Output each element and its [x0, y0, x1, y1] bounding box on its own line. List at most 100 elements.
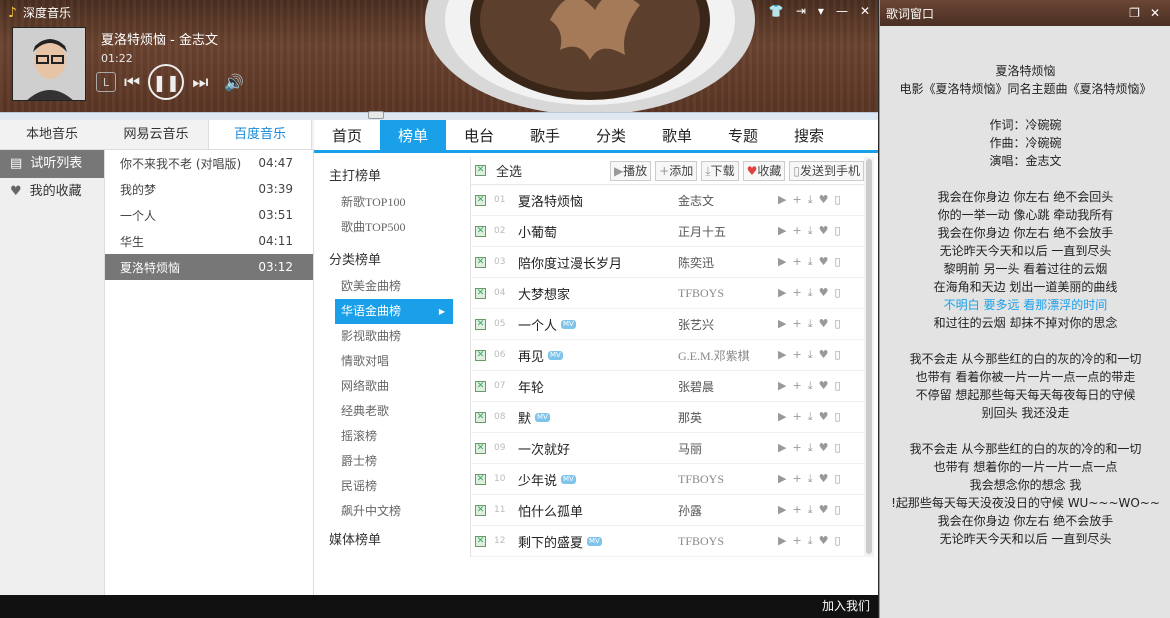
table-row[interactable]: ✕ 03 陪你度过漫长岁月 陈奕迅 ▶ + ⤓ ♥ ▯ — [471, 247, 864, 278]
tab-netease-music[interactable]: 网易云音乐 — [104, 120, 208, 149]
song-title-cell[interactable]: 怕什么孤单 — [518, 501, 678, 520]
tab-playlists[interactable]: 歌单 — [644, 120, 710, 150]
list-item[interactable]: 你不来我不老 (对唱版) 04:47 — [105, 150, 313, 176]
download-icon[interactable]: ⤓ — [808, 286, 813, 300]
table-row[interactable]: ✕ 10 少年说 MV TFBOYS ▶ + ⤓ ♥ ▯ — [471, 464, 864, 495]
row-checkbox[interactable]: ✕ — [475, 473, 486, 485]
table-row[interactable]: ✕ 07 年轮 张碧晨 ▶ + ⤓ ♥ ▯ — [471, 371, 864, 402]
download-icon[interactable]: ⤓ — [808, 379, 813, 393]
play-icon[interactable]: ▶ — [778, 503, 786, 517]
song-artist[interactable]: 金志文 — [678, 192, 778, 209]
table-row[interactable]: ✕ 11 怕什么孤单 孙露 ▶ + ⤓ ♥ ▯ — [471, 495, 864, 526]
row-checkbox[interactable]: ✕ — [475, 225, 486, 237]
download-button[interactable]: ⤓下载 — [701, 160, 739, 181]
mv-badge[interactable]: MV — [561, 319, 576, 329]
song-artist[interactable]: TFBOYS — [678, 286, 778, 301]
tab-artists[interactable]: 歌手 — [512, 120, 578, 150]
heart-icon[interactable]: ♥ — [819, 193, 829, 207]
row-checkbox[interactable]: ✕ — [475, 194, 486, 206]
song-title-cell[interactable]: 剩下的盛夏 MV — [518, 532, 678, 551]
song-title-cell[interactable]: 一个人 MV — [518, 315, 678, 334]
play-icon[interactable]: ▶ — [778, 317, 786, 331]
pause-button[interactable]: ❚❚ — [148, 64, 185, 100]
table-row[interactable]: ✕ 02 小葡萄 正月十五 ▶ + ⤓ ♥ ▯ — [471, 216, 864, 247]
play-icon[interactable]: ▶ — [778, 255, 786, 269]
category-item[interactable]: 飙升中文榜 — [314, 499, 464, 524]
heart-icon[interactable]: ♥ — [819, 441, 829, 455]
phone-icon[interactable]: ▯ — [834, 410, 840, 424]
heart-icon[interactable]: ♥ — [819, 348, 829, 362]
song-title-cell[interactable]: 小葡萄 — [518, 222, 678, 241]
table-row[interactable]: ✕ 05 一个人 MV 张艺兴 ▶ + ⤓ ♥ ▯ — [471, 309, 864, 340]
heart-icon[interactable]: ♥ — [819, 317, 829, 331]
plus-icon[interactable]: + — [792, 224, 801, 238]
category-item-active[interactable]: 华语金曲榜 ▶ — [335, 299, 453, 324]
plus-icon[interactable]: + — [792, 317, 801, 331]
tab-topics[interactable]: 专题 — [710, 120, 776, 150]
close-icon[interactable]: ✕ — [1150, 6, 1160, 20]
tab-charts[interactable]: 榜单 — [380, 120, 446, 150]
row-checkbox[interactable]: ✕ — [475, 349, 486, 361]
play-icon[interactable]: ▶ — [778, 410, 786, 424]
song-artist[interactable]: 马丽 — [678, 440, 778, 457]
table-row[interactable]: ✕ 01 夏洛特烦恼 金志文 ▶ + ⤓ ♥ ▯ — [471, 185, 864, 216]
table-row[interactable]: ✕ 12 剩下的盛夏 MV TFBOYS ▶ + ⤓ ♥ ▯ — [471, 526, 864, 557]
song-title-cell[interactable]: 一次就好 — [518, 439, 678, 458]
table-row[interactable]: ✕ 08 默 MV 那英 ▶ + ⤓ ♥ ▯ — [471, 402, 864, 433]
send-to-phone-button[interactable]: ▯发送到手机 — [789, 160, 864, 181]
play-icon[interactable]: ▶ — [778, 379, 786, 393]
song-artist[interactable]: 正月十五 — [678, 223, 778, 240]
category-item[interactable]: 经典老歌 — [314, 399, 464, 424]
song-artist[interactable]: 陈奕迅 — [678, 254, 778, 271]
song-title-cell[interactable]: 夏洛特烦恼 — [518, 191, 678, 210]
list-item[interactable]: 我的梦 03:39 — [105, 176, 313, 202]
heart-icon[interactable]: ♥ — [819, 503, 829, 517]
phone-icon[interactable]: ▯ — [834, 193, 840, 207]
row-checkbox[interactable]: ✕ — [475, 256, 486, 268]
add-button[interactable]: +添加 — [655, 160, 698, 181]
volume-icon[interactable]: 🔊 — [224, 73, 244, 92]
mv-badge[interactable]: MV — [535, 412, 550, 422]
play-icon[interactable]: ▶ — [778, 286, 786, 300]
row-checkbox[interactable]: ✕ — [475, 287, 486, 299]
song-artist[interactable]: 张艺兴 — [678, 316, 778, 333]
play-icon[interactable]: ▶ — [778, 193, 786, 207]
heart-icon[interactable]: ♥ — [819, 224, 829, 238]
plus-icon[interactable]: + — [792, 441, 801, 455]
phone-icon[interactable]: ▯ — [834, 503, 840, 517]
progress-handle[interactable] — [368, 111, 384, 119]
heart-icon[interactable]: ♥ — [819, 472, 829, 486]
sidebar-item-trial-list[interactable]: ▤ 试听列表 — [0, 150, 104, 178]
sidebar-item-favorites[interactable]: ♥ 我的收藏 — [0, 178, 104, 206]
table-row[interactable]: ✕ 04 大梦想家 TFBOYS ▶ + ⤓ ♥ ▯ — [471, 278, 864, 309]
plus-icon[interactable]: + — [792, 503, 801, 517]
song-artist[interactable]: 孙露 — [678, 502, 778, 519]
song-title-cell[interactable]: 少年说 MV — [518, 470, 678, 489]
category-item[interactable]: 歌曲TOP500 — [314, 215, 464, 240]
plus-icon[interactable]: + — [792, 379, 801, 393]
plus-icon[interactable]: + — [792, 193, 801, 207]
table-row[interactable]: ✕ 09 一次就好 马丽 ▶ + ⤓ ♥ ▯ — [471, 433, 864, 464]
mv-badge[interactable]: MV — [561, 474, 576, 484]
row-checkbox[interactable]: ✕ — [475, 411, 486, 423]
tab-radio[interactable]: 电台 — [446, 120, 512, 150]
tab-home[interactable]: 首页 — [314, 120, 380, 150]
join-us-link[interactable]: 加入我们 — [822, 599, 870, 613]
download-icon[interactable]: ⤓ — [808, 348, 813, 362]
list-item[interactable]: 夏洛特烦恼 03:12 — [105, 254, 313, 280]
close-icon[interactable]: ✕ — [860, 4, 870, 18]
phone-icon[interactable]: ▯ — [834, 534, 840, 548]
song-title-cell[interactable]: 再见 MV — [518, 346, 678, 365]
category-item[interactable]: 网络歌曲 — [314, 374, 464, 399]
song-artist[interactable]: 张碧晨 — [678, 378, 778, 395]
tab-baidu-music[interactable]: 百度音乐 — [208, 120, 312, 149]
mv-badge[interactable]: MV — [548, 350, 563, 360]
plus-icon[interactable]: + — [792, 286, 801, 300]
download-icon[interactable]: ⤓ — [808, 224, 813, 238]
scrollbar[interactable] — [864, 157, 874, 557]
list-item[interactable]: 华生 04:11 — [105, 228, 313, 254]
category-item[interactable]: 爵士榜 — [314, 449, 464, 474]
song-artist[interactable]: TFBOYS — [678, 472, 778, 487]
select-all-checkbox[interactable]: ✕ — [475, 165, 486, 176]
plus-icon[interactable]: + — [792, 410, 801, 424]
